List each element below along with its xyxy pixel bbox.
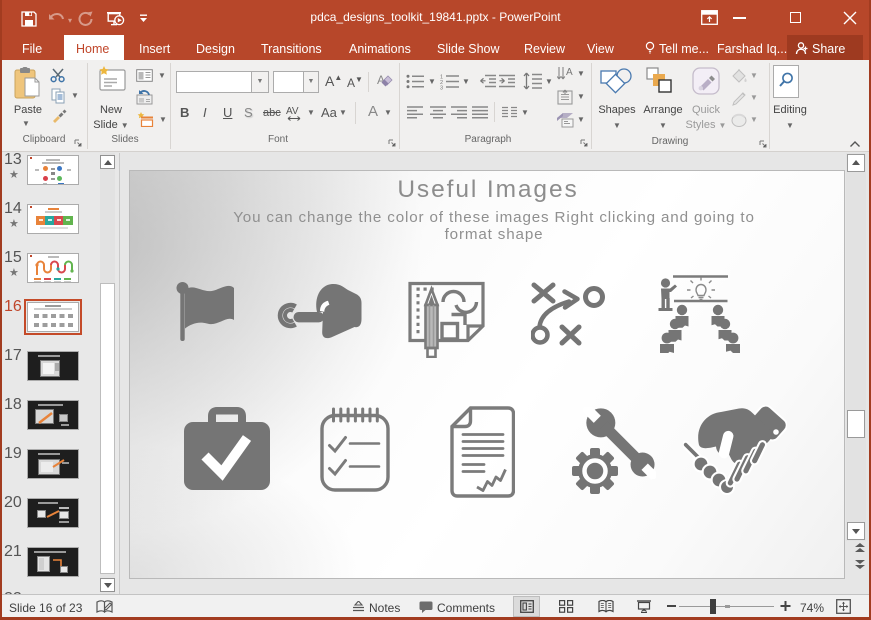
svg-text:3: 3 — [440, 86, 443, 91]
svg-text:AV: AV — [286, 106, 299, 117]
svg-text:A: A — [566, 67, 573, 78]
